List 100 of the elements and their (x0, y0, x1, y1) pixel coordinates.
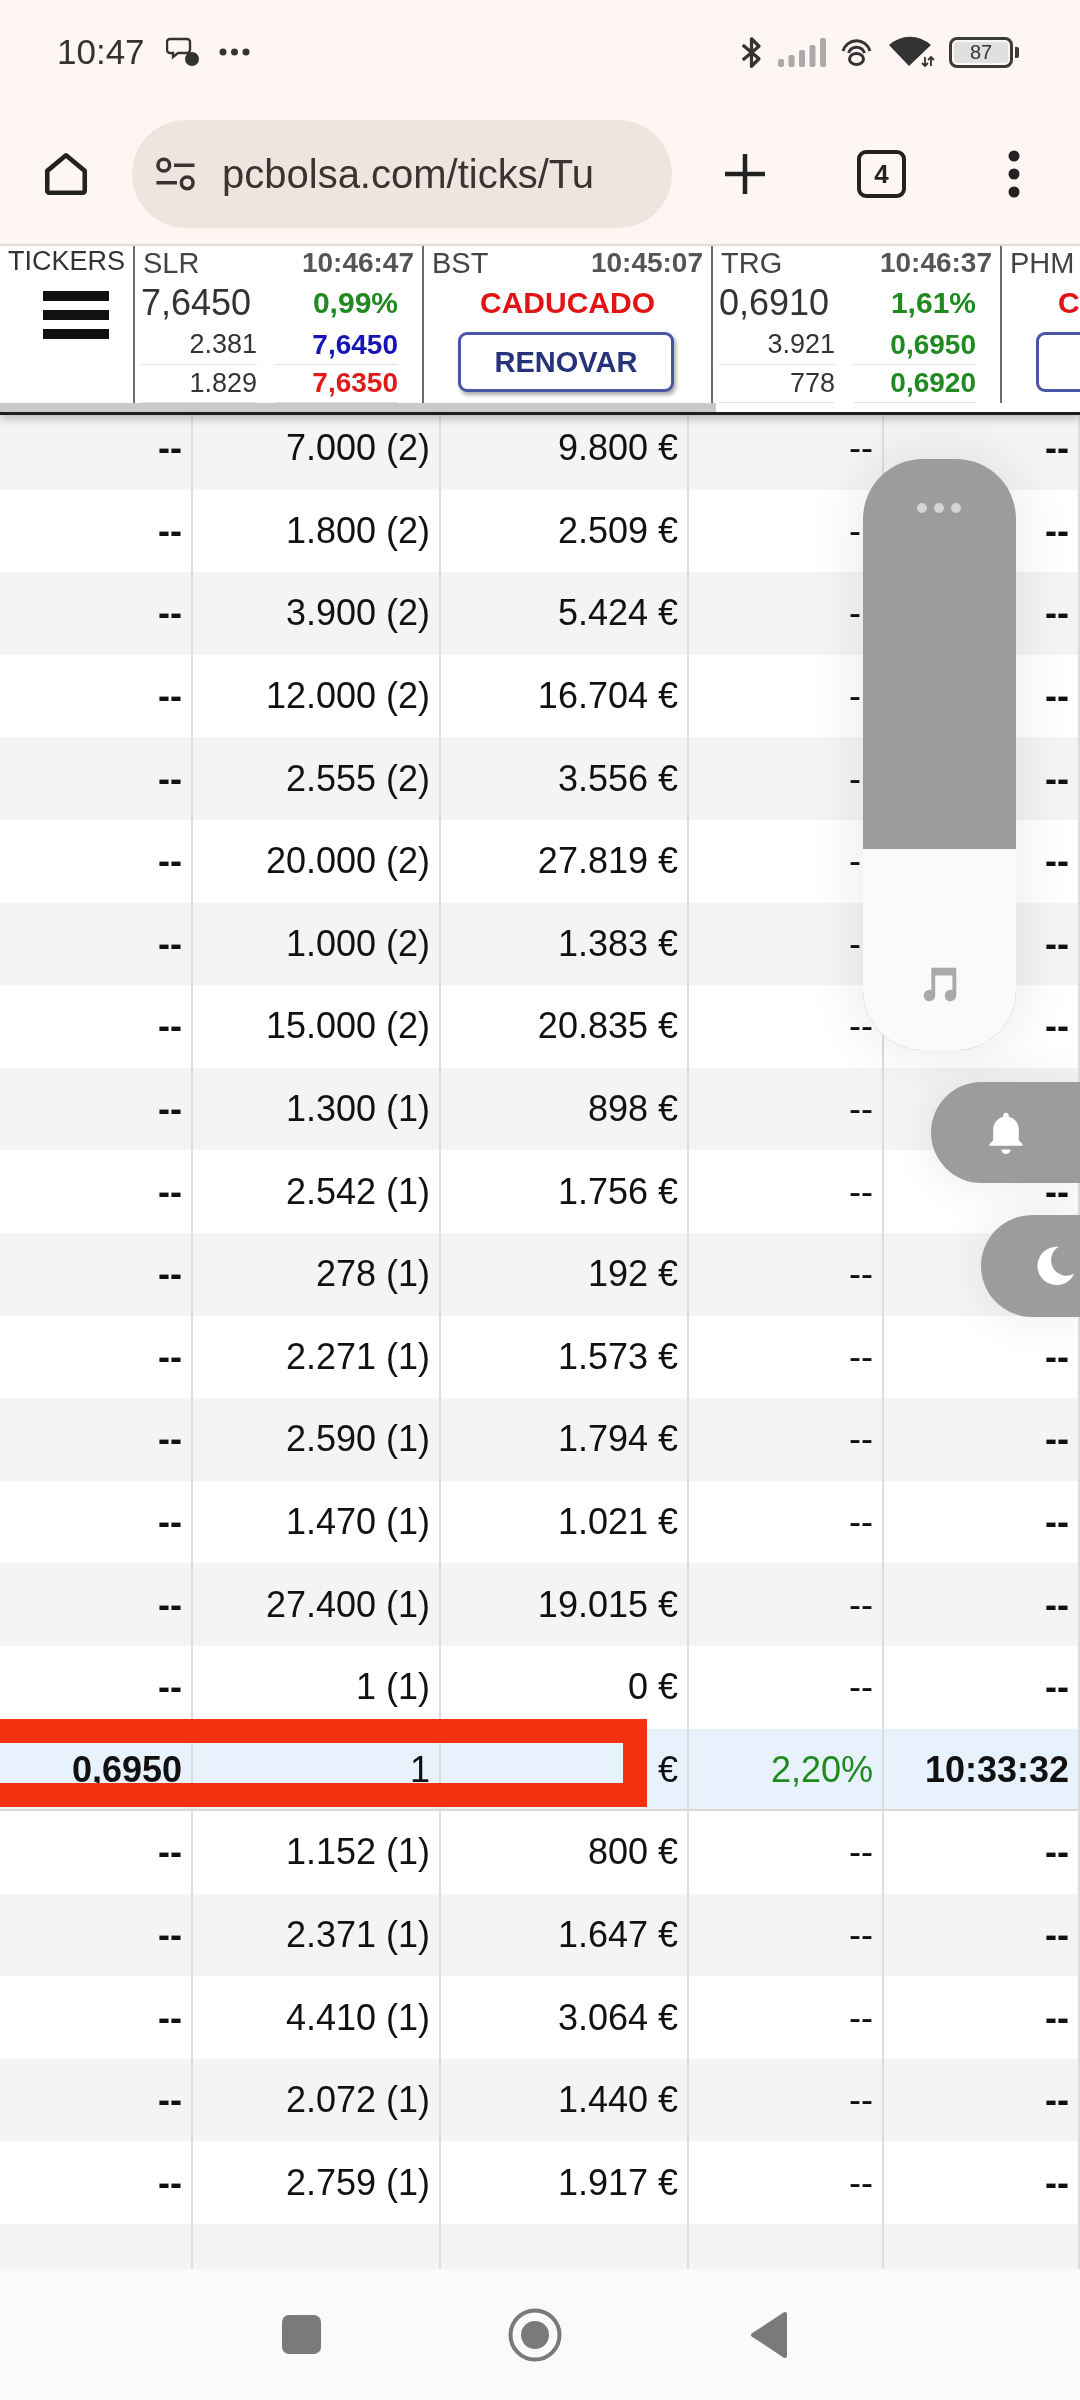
table-value: -- (849, 1996, 873, 2039)
table-value: -- (158, 1914, 182, 1956)
table-value: 1.756 € (557, 1170, 678, 1213)
table-value: 2.072 (1) (285, 2079, 430, 2122)
table-value: 5.424 € (557, 592, 678, 635)
ticker-symbol: TRG (721, 246, 783, 280)
table-value: -- (158, 509, 182, 552)
table-value: 2.542 (1) (285, 1170, 430, 1213)
wifi-icon (888, 36, 935, 68)
horizontal-scrollbar[interactable] (0, 403, 716, 412)
hotspot-icon (840, 37, 873, 67)
expired-status: CADUCADO (480, 286, 655, 320)
table-value: - (849, 592, 861, 635)
table-value: 1.000 (2) (285, 922, 430, 965)
menu-icon[interactable] (43, 291, 109, 339)
table-value: 10:33:32 (924, 1748, 1069, 1791)
change-percent: 1,61% (890, 286, 976, 320)
table-value: 2.759 (1) (285, 2161, 430, 2204)
table-value: -- (158, 2079, 182, 2122)
table-value: 1.300 (1) (285, 1088, 430, 1131)
table-value: -- (1045, 840, 1069, 883)
table-value: 2.509 € (557, 509, 678, 552)
table-value: -- (1045, 1418, 1069, 1461)
table-value: - (849, 757, 861, 800)
table-value: -- (1045, 509, 1069, 552)
table-value: -- (1045, 675, 1069, 718)
address-bar[interactable]: pcbolsa.com/ticks/Tu (132, 120, 672, 228)
order-size: 778 (789, 367, 835, 399)
ticker-symbol: SLR (143, 246, 200, 280)
expired-status: C (1058, 286, 1080, 320)
table-value: -- (158, 1335, 182, 1378)
table-value: 1 (409, 1748, 430, 1791)
table-value: -- (849, 1253, 873, 1296)
tab-switcher-button[interactable]: 4 (857, 150, 906, 198)
ringer-button[interactable] (931, 1082, 1080, 1183)
table-value: 278 (1) (315, 1253, 430, 1296)
table-value: 1.152 (1) (285, 1831, 430, 1874)
table-value: -- (1045, 1914, 1069, 1956)
table-value: -- (849, 1831, 873, 1874)
chat-notification-icon (165, 37, 200, 67)
table-value: -- (1045, 427, 1069, 470)
home-button-icon[interactable] (508, 2307, 562, 2362)
table-value: -- (1045, 592, 1069, 635)
quote-time: 10:46:47 (301, 247, 414, 279)
table-value: 898 € (587, 1088, 678, 1131)
table-value: -- (158, 1005, 182, 1048)
table-value: -- (158, 1088, 182, 1131)
back-icon[interactable] (750, 2310, 788, 2359)
table-value: -- (158, 1666, 182, 1709)
table-value: -- (1045, 1831, 1069, 1874)
table-value: -- (158, 1831, 182, 1874)
table-value: -- (158, 592, 182, 635)
renew-button[interactable]: RENOVAR (458, 332, 674, 392)
order-price: 7,6350 (312, 367, 398, 400)
table-value: - (849, 509, 861, 552)
table-value: 4.410 (1) (285, 1996, 430, 2039)
more-options-icon[interactable] (1007, 150, 1021, 198)
battery-indicator: 87 (949, 36, 1019, 68)
table-value: -- (1045, 2079, 1069, 2122)
table-value: 12.000 (2) (265, 675, 430, 718)
table-value: -- (849, 1583, 873, 1626)
recents-icon[interactable] (281, 2315, 321, 2354)
table-value: -- (158, 922, 182, 965)
table-value: -- (1045, 1170, 1069, 1213)
table-value: 3.064 € (557, 1996, 678, 2039)
url-text: pcbolsa.com/ticks/Tu (222, 151, 594, 197)
table-value: 1 (1) (355, 1666, 430, 1709)
table-value: -- (158, 840, 182, 883)
table-value: -- (1045, 1005, 1069, 1048)
table-value: -- (158, 1501, 182, 1543)
table-value: 0 € (627, 1666, 678, 1709)
plus-icon[interactable] (723, 152, 767, 196)
table-value: 20.000 (2) (265, 840, 430, 883)
table-value: -- (1045, 1666, 1069, 1709)
table-value: 1.794 € (557, 1418, 678, 1461)
table-value: 16.704 € (537, 675, 678, 718)
ticker-symbol: PHM (1010, 246, 1075, 280)
table-value: 1.440 € (557, 2079, 678, 2122)
renew-button[interactable] (1036, 332, 1080, 392)
table-value: 27.400 (1) (265, 1583, 430, 1626)
clock: 10:47 (57, 32, 145, 72)
table-value: -- (1045, 1501, 1069, 1543)
table-value: 2.271 (1) (285, 1335, 430, 1378)
table-value: -- (849, 1666, 873, 1709)
table-value: 1.383 € (557, 922, 678, 965)
table-value: 9.800 € (557, 427, 678, 470)
table-value: - (849, 675, 861, 718)
table-value: -- (158, 1583, 182, 1626)
table-value: -- (158, 1418, 182, 1461)
table-value: 2.371 (1) (285, 1914, 430, 1956)
order-price: 7,6450 (312, 328, 398, 361)
more-notifications-icon (218, 48, 250, 56)
site-settings-icon[interactable] (155, 156, 196, 192)
table-value: 0,6950 (71, 1748, 182, 1791)
order-price: 0,6920 (890, 367, 976, 400)
table-value: -- (849, 1170, 873, 1213)
table-value: 2.555 (2) (285, 757, 430, 800)
order-size: 2.381 (189, 329, 257, 361)
table-value: 1.021 € (557, 1501, 678, 1543)
table-value: -- (1045, 1583, 1069, 1626)
